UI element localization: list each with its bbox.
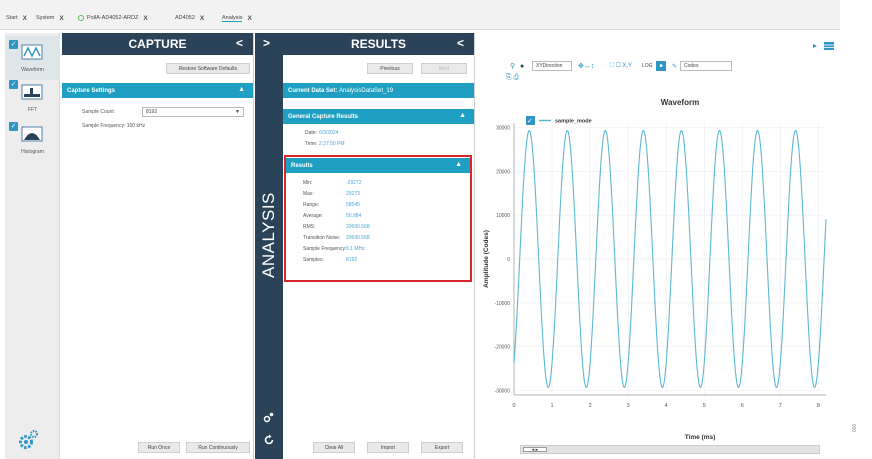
capture-settings-section[interactable]: Capture Settings ▲	[62, 83, 253, 98]
close-icon[interactable]: X	[200, 15, 204, 22]
y-tick-label: -20000	[494, 345, 510, 351]
x-tick-label: 2	[589, 403, 592, 409]
y-tick-label: 30000	[496, 125, 510, 131]
x-tick-label: 8	[817, 403, 820, 409]
previous-button[interactable]: Previous	[367, 63, 413, 74]
results-highlight-box	[284, 155, 472, 282]
run-once-button[interactable]: Run Once	[138, 442, 180, 453]
scroll-thumb[interactable]: ◂ ▸	[523, 447, 547, 453]
y-axis-label: Amplitude (Codes)	[483, 230, 490, 288]
legend-check-icon: ✓	[527, 117, 533, 125]
sample-frequency-label: Sample Frequency: 100 kHz	[82, 123, 146, 129]
refresh-icon[interactable]	[263, 434, 275, 446]
tab-start[interactable]: Start X	[6, 12, 27, 24]
capture-panel: CAPTURE < Restore Software Defaults Capt…	[62, 33, 254, 459]
legend-label: sample_mode	[555, 119, 592, 125]
results-title: RESULTS	[350, 37, 407, 51]
histogram-icon	[21, 126, 43, 142]
y-tick-label: -30000	[494, 389, 510, 395]
analysis-strip: > ANALYSIS	[255, 33, 283, 459]
nav-item-waveform[interactable]: ✓ Waveform	[5, 36, 60, 80]
connected-status-icon	[78, 15, 84, 21]
tab-analysis[interactable]: Analysis X	[222, 12, 252, 24]
current-dataset-bar: Current Data Set: AnalysisDataSet_19	[283, 83, 474, 98]
results-panel: RESULTS < Previous Next Current Data Set…	[283, 33, 475, 459]
nav-item-histogram[interactable]: ✓ Histogram	[5, 118, 60, 162]
y-tick-label: 10000	[496, 213, 510, 219]
tab-device[interactable]: AD4052 X	[175, 12, 204, 24]
left-nav: ✓ Waveform ✓ FFT ✓ Histogram	[5, 33, 60, 459]
close-icon[interactable]: X	[23, 15, 27, 22]
sample-count-label: Sample Count:	[82, 109, 116, 115]
x-tick-label: 0	[512, 403, 515, 409]
x-tick-label: 7	[779, 403, 782, 409]
capture-header: CAPTURE <	[62, 33, 253, 55]
checkbox-icon[interactable]: ✓	[9, 80, 18, 89]
clear-all-button[interactable]: Clear All	[313, 442, 355, 453]
chevron-down-icon: ▼	[235, 109, 240, 115]
analysis-label: ANALYSIS	[259, 192, 278, 278]
y-tick-label: 0	[507, 257, 510, 263]
figure-code: 006	[852, 423, 859, 433]
general-results-section[interactable]: General Capture Results ▲	[283, 109, 474, 124]
chevron-up-icon[interactable]: ▲	[459, 112, 466, 119]
chevron-up-icon[interactable]: ▲	[238, 86, 245, 93]
export-button[interactable]: Export	[421, 442, 463, 453]
checkbox-icon[interactable]: ✓	[9, 40, 18, 49]
link-icon[interactable]	[263, 411, 275, 423]
date-row: Date: 6/3/2024	[305, 130, 339, 136]
chart-title: Waveform	[661, 98, 699, 107]
x-tick-label: 6	[741, 403, 744, 409]
import-button[interactable]: Import	[367, 442, 409, 453]
capture-title: CAPTURE	[128, 37, 187, 51]
close-icon[interactable]: X	[143, 15, 147, 22]
plot-area: ⚲ ● XYDirection ✥↔↕ ⛶ ▢ X,Y LOG ■ ✎ Code…	[476, 33, 840, 459]
collapse-chevron-icon[interactable]: <	[457, 36, 464, 50]
x-tick-label: 3	[627, 403, 630, 409]
nav-item-fft[interactable]: ✓ FFT	[5, 76, 60, 120]
y-tick-label: 20000	[496, 169, 510, 175]
close-icon[interactable]: X	[247, 15, 251, 22]
x-tick-label: 1	[551, 403, 554, 409]
settings-gear-icon[interactable]	[17, 429, 39, 451]
x-tick-label: 4	[665, 403, 668, 409]
y-tick-label: -10000	[494, 301, 510, 307]
restore-defaults-button[interactable]: Restore Software Defaults	[166, 63, 250, 74]
results-header: RESULTS <	[283, 33, 474, 55]
chart-legend[interactable]: ✓ sample_mode	[526, 116, 592, 125]
tab-bar: Start X System X PollA-AD4052-ARDZ X AD4…	[0, 0, 840, 30]
tab-board[interactable]: PollA-AD4052-ARDZ X	[78, 12, 148, 24]
x-tick-label: 5	[703, 403, 706, 409]
time-scrollbar[interactable]: ◂ ▸	[520, 445, 820, 454]
close-icon[interactable]: X	[59, 15, 63, 22]
run-continuously-button[interactable]: Run Continuously	[186, 442, 250, 453]
waveform-chart: Waveform Amplitude (Codes) Time (ms) ✓ s…	[483, 98, 827, 441]
checkbox-icon[interactable]: ✓	[9, 122, 18, 131]
expand-chevron-icon[interactable]: >	[263, 36, 270, 50]
waveform-icon	[21, 44, 43, 60]
sample-count-select[interactable]: 8192 ▼	[142, 107, 244, 117]
x-axis-label: Time (ms)	[685, 434, 716, 441]
collapse-chevron-icon[interactable]: <	[236, 36, 243, 50]
tab-system[interactable]: System X	[36, 12, 64, 24]
time-row: Time: 2:37:50 PM	[305, 141, 345, 147]
fft-icon	[21, 84, 43, 100]
next-button[interactable]: Next	[421, 63, 467, 74]
